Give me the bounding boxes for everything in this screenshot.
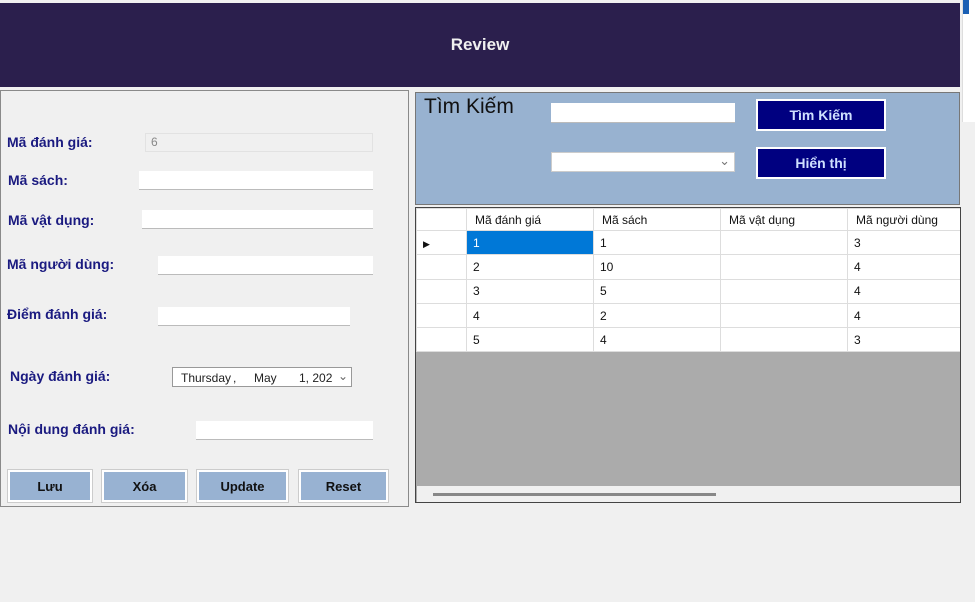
table-cell[interactable]: 3: [847, 229, 960, 256]
table-cell[interactable]: [720, 229, 848, 256]
ma-danh-gia-field: 6: [145, 133, 373, 152]
horizontal-scrollbar[interactable]: [417, 486, 960, 502]
date-day-year: 1, 2025: [299, 371, 333, 385]
diem-danh-gia-input[interactable]: [158, 307, 350, 326]
review-form-panel: Mã đánh giá: 6 Mã sách: Mã vật dụng: Mã …: [0, 90, 409, 507]
table-row[interactable]: 2 10 4: [416, 254, 960, 280]
noi-dung-input[interactable]: [196, 421, 373, 440]
search-input[interactable]: [551, 103, 735, 123]
table-cell[interactable]: 10: [593, 254, 721, 280]
background-window-edge: [962, 0, 975, 122]
table-cell[interactable]: [720, 278, 848, 304]
row-header[interactable]: [416, 254, 467, 280]
table-cell[interactable]: [720, 327, 848, 353]
row-header[interactable]: [416, 302, 467, 329]
ma-vat-dung-input[interactable]: [142, 210, 373, 229]
row-header[interactable]: ▶: [416, 229, 467, 256]
row-header[interactable]: [416, 278, 467, 304]
chevron-down-icon: ⌄: [719, 153, 730, 168]
search-button[interactable]: Tìm Kiếm: [756, 99, 886, 131]
reset-button[interactable]: Reset: [298, 469, 389, 503]
ma-sach-label: Mã sách:: [8, 172, 68, 188]
noi-dung-label: Nội dung đánh giá:: [8, 421, 135, 437]
date-month: May: [254, 371, 277, 385]
table-row[interactable]: 424: [416, 302, 960, 329]
column-header[interactable]: Mã đánh giá: [466, 208, 594, 231]
ma-vat-dung-label: Mã vật dụng:: [8, 212, 95, 228]
grid-header-row: Mã đánh giá Mã sách Mã vật dụng Mã người…: [416, 208, 960, 231]
table-cell[interactable]: [720, 254, 848, 280]
search-title: Tìm Kiếm: [424, 95, 514, 118]
table-row[interactable]: ▶ 1 1 3: [416, 229, 960, 256]
table-cell[interactable]: 5: [466, 327, 594, 353]
table-cell[interactable]: 4: [593, 327, 721, 353]
date-separator: ,: [233, 371, 237, 385]
save-button[interactable]: Lưu: [7, 469, 93, 503]
diem-danh-gia-label: Điểm đánh giá:: [7, 306, 108, 322]
ngay-danh-gia-label: Ngày đánh giá:: [10, 368, 111, 384]
table-cell[interactable]: 4: [847, 278, 960, 304]
table-cell[interactable]: 5: [593, 278, 721, 304]
page-title: Review: [450, 35, 510, 54]
reviews-grid: Mã đánh giá Mã sách Mã vật dụng Mã người…: [415, 207, 961, 503]
table-cell[interactable]: 4: [847, 302, 960, 329]
table-row[interactable]: 35 4: [416, 278, 960, 304]
table-cell[interactable]: 4: [847, 254, 960, 280]
chevron-down-icon[interactable]: ⌄: [338, 369, 348, 383]
table-cell[interactable]: 1: [466, 229, 594, 256]
search-panel: Tìm Kiếm Tìm Kiếm ⌄ Hiển thị: [415, 92, 960, 205]
table-row[interactable]: 54 3: [416, 327, 960, 353]
page-header: Review: [0, 3, 960, 87]
row-header-corner: [416, 208, 467, 231]
ngay-danh-gia-datepicker[interactable]: Thursday , May 1, 2025 ⌄: [172, 367, 352, 387]
table-cell[interactable]: 2: [466, 254, 594, 280]
update-button[interactable]: Update: [196, 469, 289, 503]
delete-button[interactable]: Xóa: [101, 469, 188, 503]
current-row-arrow-icon: ▶: [423, 238, 430, 249]
ma-nguoi-dung-label: Mã người dùng:: [7, 256, 115, 272]
table-cell[interactable]: 3: [466, 278, 594, 304]
show-all-button[interactable]: Hiển thị: [756, 147, 886, 179]
search-field-combobox[interactable]: ⌄: [551, 152, 735, 172]
column-header[interactable]: Mã vật dụng: [720, 208, 848, 231]
table-cell[interactable]: [720, 302, 848, 329]
ma-sach-input[interactable]: [139, 171, 373, 190]
table-cell[interactable]: 3: [847, 327, 960, 353]
column-header[interactable]: Mã sách: [593, 208, 721, 231]
table-cell[interactable]: 2: [593, 302, 721, 329]
ma-danh-gia-label: Mã đánh giá:: [7, 134, 93, 150]
row-header[interactable]: [416, 327, 467, 353]
date-weekday: Thursday: [181, 371, 232, 385]
table-cell[interactable]: 4: [466, 302, 594, 329]
table-cell[interactable]: 1: [593, 229, 721, 256]
column-header[interactable]: Mã người dùng: [847, 208, 960, 231]
ma-nguoi-dung-input[interactable]: [158, 256, 373, 275]
